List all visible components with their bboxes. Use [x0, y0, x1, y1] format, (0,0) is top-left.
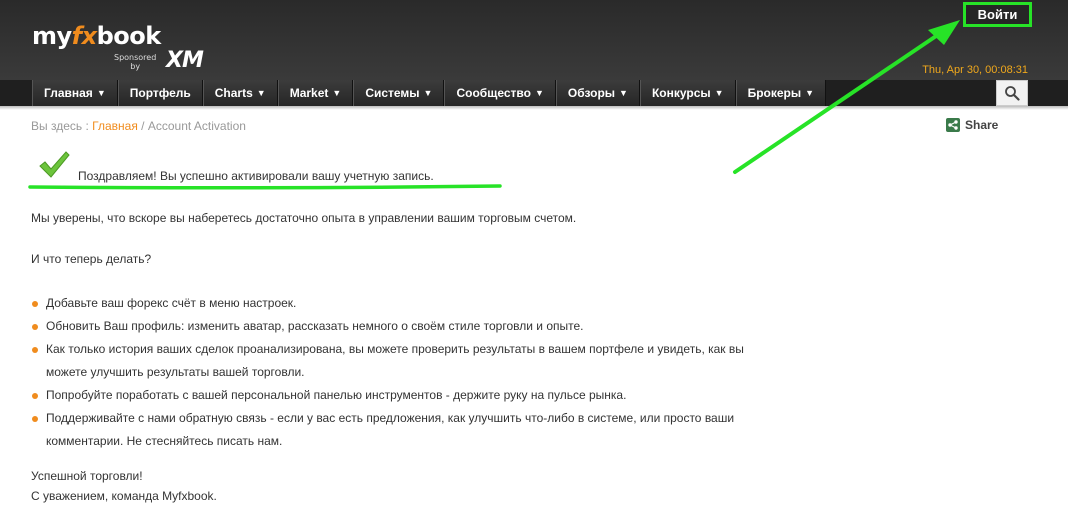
intro-text: Мы уверены, что вскоре вы наберетесь дос… — [31, 211, 577, 225]
share-icon — [946, 118, 960, 132]
success-message: Поздравляем! Вы успешно активировали ваш… — [78, 169, 434, 183]
bullet-icon — [32, 347, 38, 353]
dropdown-arrow-icon: ▼ — [96, 88, 106, 98]
closing-text-2: С уважением, команда Myfxbook. — [31, 489, 217, 503]
nav-item-label: Системы — [365, 86, 420, 100]
checkmark-icon — [39, 151, 70, 178]
nav-item-label: Обзоры — [567, 86, 616, 100]
breadcrumb-prefix: Вы здесь : — [31, 119, 89, 133]
search-button[interactable] — [996, 80, 1028, 106]
sponsored-label: Sponsored by — [114, 53, 157, 71]
nav-item[interactable]: Брокеры ▼ — [735, 80, 827, 106]
nav-item[interactable]: Обзоры ▼ — [555, 80, 640, 106]
dropdown-arrow-icon: ▼ — [332, 88, 342, 98]
nav-item-label: Брокеры — [747, 86, 802, 100]
myfxbook-logo[interactable]: myfxbook Sponsored by XM — [32, 22, 232, 74]
closing-text-1: Успешной торговли! — [31, 469, 143, 483]
breadcrumb-current: Account Activation — [147, 119, 246, 133]
xm-sponsor-logo: XM — [166, 48, 204, 73]
list-item-text: Поддерживайте с нами обратную связь - ес… — [46, 411, 735, 425]
question-text: И что теперь делать? — [31, 252, 152, 266]
nav-item[interactable]: Главная ▼ — [32, 80, 118, 106]
breadcrumb-home-link[interactable]: Главная — [92, 119, 138, 133]
nav-item-label: Charts — [214, 86, 253, 100]
nav-item-label: Портфель — [129, 86, 191, 100]
list-item: Попробуйте поработать с вашей персональн… — [31, 384, 851, 407]
bullet-icon — [32, 416, 38, 422]
nav-item[interactable]: Системы ▼ — [353, 80, 445, 106]
nav-item[interactable]: Портфель — [117, 80, 203, 106]
server-datetime: Thu, Apr 30, 00:08:31 — [922, 64, 1028, 76]
list-item-text: Попробуйте поработать с вашей персональн… — [46, 388, 627, 402]
list-item-text-continued: комментарии. Не стесняйтесь писать нам. — [46, 434, 283, 448]
list-item-text: Добавьте ваш форекс счёт в меню настроек… — [46, 296, 297, 310]
search-icon — [1005, 86, 1020, 101]
dropdown-arrow-icon: ▼ — [256, 88, 266, 98]
site-header: myfxbook Sponsored by XM Войти Thu, Apr … — [0, 0, 1068, 80]
nav-item[interactable]: Charts ▼ — [202, 80, 278, 106]
bullet-icon — [32, 324, 38, 330]
main-nav: Главная ▼ Портфель Charts ▼ Market ▼ Системы ▼ Со… — [0, 80, 1068, 108]
nav-item-label: Market — [289, 86, 329, 100]
bullet-icon — [32, 301, 38, 307]
steps-list: Добавьте ваш форекс счёт в меню настроек… — [31, 292, 851, 453]
share-button[interactable]: Share — [946, 118, 998, 132]
annotation-underline — [28, 184, 502, 190]
list-item: Поддерживайте с нами обратную связь - ес… — [31, 407, 851, 453]
dropdown-arrow-icon: ▼ — [619, 88, 628, 98]
nav-items: Главная ▼ Портфель Charts ▼ Market ▼ Системы ▼ Со… — [32, 80, 827, 106]
nav-item-label: Конкурсы — [651, 86, 711, 100]
login-button[interactable]: Войти — [963, 2, 1032, 27]
breadcrumb: Вы здесь : Главная / Account Activation — [31, 119, 246, 133]
list-item: Обновить Ваш профиль: изменить аватар, р… — [31, 315, 851, 338]
nav-item[interactable]: Конкурсы ▼ — [639, 80, 736, 106]
list-item: Добавьте ваш форекс счёт в меню настроек… — [31, 292, 851, 315]
nav-item[interactable]: Market ▼ — [277, 80, 354, 106]
list-item-text-continued: можете улучшить результаты вашей торговл… — [46, 365, 305, 379]
nav-shadow — [0, 106, 1068, 110]
list-item-text: Обновить Ваш профиль: изменить аватар, р… — [46, 319, 584, 333]
breadcrumb-separator: / — [141, 119, 145, 133]
dropdown-arrow-icon: ▼ — [534, 88, 544, 98]
list-item: Как только история ваших сделок проанали… — [31, 338, 851, 384]
logo-text: myfxbook — [32, 22, 161, 50]
bullet-icon — [32, 393, 38, 399]
share-label: Share — [965, 118, 999, 132]
dropdown-arrow-icon: ▼ — [423, 88, 433, 98]
nav-item[interactable]: Сообщество ▼ — [444, 80, 556, 106]
nav-item-label: Сообщество — [456, 86, 531, 100]
dropdown-arrow-icon: ▼ — [714, 88, 724, 98]
list-item-text: Как только история ваших сделок проанали… — [46, 342, 744, 356]
dropdown-arrow-icon: ▼ — [805, 88, 815, 98]
nav-item-label: Главная — [44, 86, 93, 100]
